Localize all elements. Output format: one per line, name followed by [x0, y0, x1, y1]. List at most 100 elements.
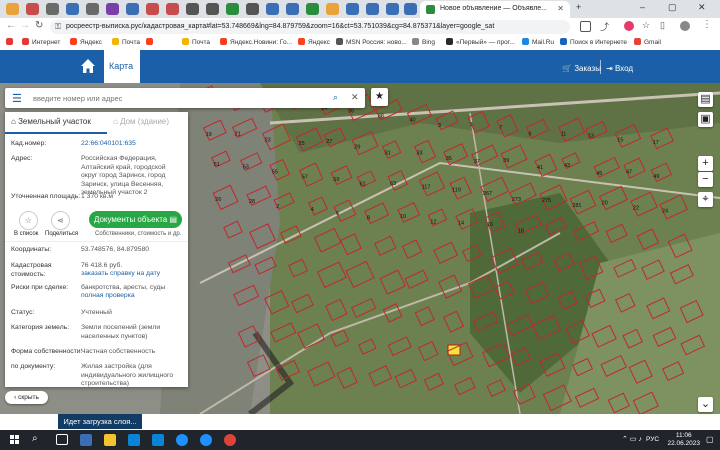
bookmark-star-icon[interactable]: ☆ — [642, 20, 650, 31]
tab-land-plot[interactable]: ⌂ Земельный участок — [5, 112, 107, 134]
url-field[interactable]: ⚿ росреестр-выписка.рус/кадастровая_карт… — [50, 20, 570, 34]
file-explorer-icon[interactable] — [104, 434, 116, 446]
taskbar-app-icon[interactable] — [80, 434, 92, 446]
login-link[interactable]: ⇥ Вход — [606, 64, 633, 73]
locate-icon[interactable]: ⌖ — [698, 192, 713, 207]
screenshot-icon[interactable] — [580, 21, 591, 32]
profile-avatar[interactable] — [680, 21, 690, 31]
language-indicator[interactable]: РУС — [646, 436, 659, 443]
tab-icon[interactable] — [404, 3, 417, 15]
reload-icon[interactable]: ↻ — [35, 20, 43, 31]
plot-number: 29 — [354, 144, 360, 150]
task-view-icon[interactable] — [56, 434, 68, 445]
tab-icon[interactable] — [246, 3, 259, 15]
tab-icon[interactable] — [226, 3, 239, 15]
clear-icon[interactable]: ✕ — [351, 92, 359, 103]
tab-icon[interactable] — [186, 3, 199, 15]
bookmark-item[interactable]: Яндекс.Новини: Го... — [220, 38, 292, 46]
tab-icon[interactable] — [266, 3, 279, 15]
tab-building[interactable]: ⌂ Дом (здание) — [109, 112, 192, 132]
tab-icon[interactable] — [86, 3, 99, 15]
browser-menu-icon[interactable]: ⋮ — [702, 19, 712, 30]
extension-icon[interactable] — [624, 21, 634, 31]
zoom-in-button[interactable]: + — [698, 156, 713, 171]
search-icon[interactable]: ⌕ — [32, 433, 38, 444]
minimize-icon[interactable]: – — [640, 2, 645, 12]
menu-icon[interactable]: ☰ — [12, 92, 22, 105]
bookmark-item[interactable]: «Первый» — прог... — [446, 38, 515, 46]
plot-number: 7 — [499, 125, 502, 131]
plot-number: 59 — [333, 177, 339, 183]
clock[interactable]: 11:06 22.06.2023 — [667, 432, 700, 448]
tab-icon[interactable] — [26, 3, 39, 15]
tab-icon[interactable] — [346, 3, 359, 15]
bookmark-item[interactable] — [146, 38, 156, 46]
plot-number: 119 — [452, 188, 461, 194]
forward-icon[interactable]: → — [20, 20, 30, 31]
cad-value[interactable]: 22:66:040101:635 — [81, 140, 181, 149]
search-icon[interactable]: ⌕ — [333, 92, 338, 103]
tab-icon[interactable] — [6, 3, 19, 15]
chrome-icon[interactable] — [224, 434, 236, 446]
cost-link[interactable]: заказать справку на дату — [81, 270, 181, 279]
fullscreen-icon[interactable]: ▣ — [698, 112, 713, 127]
tray-icons[interactable]: ⌃ ▭ ♪ — [622, 435, 642, 443]
tab-icon[interactable] — [286, 3, 299, 15]
tab-icon[interactable] — [306, 3, 319, 15]
bookmark-item[interactable]: Bing — [412, 38, 435, 46]
share-icon[interactable]: ⤴ — [600, 20, 609, 33]
documents-button[interactable]: Документы объекта ▤ — [89, 211, 182, 228]
plot-number: 39 — [503, 158, 509, 164]
risk-link[interactable]: полная проверка — [81, 292, 181, 301]
bookmark-item[interactable]: Яндекс — [298, 38, 330, 46]
tab-icon[interactable] — [366, 3, 379, 15]
tab-icon[interactable] — [146, 3, 159, 15]
layers-icon[interactable]: ▤ — [698, 92, 713, 107]
orders-link[interactable]: 🛒 Заказы — [562, 64, 601, 73]
tab-icon[interactable] — [46, 3, 59, 15]
maximize-icon[interactable]: ▢ — [668, 2, 677, 13]
tab-icon[interactable] — [326, 3, 339, 15]
bookmark-item[interactable]: Почта — [182, 38, 210, 46]
home-icon[interactable] — [80, 58, 96, 74]
close-tab-icon[interactable]: ✕ — [557, 4, 564, 13]
bookmark-item[interactable]: MSN Россия: ново... — [336, 38, 407, 46]
add-to-list-button[interactable]: ☆ — [19, 211, 38, 230]
scroll-down-icon[interactable]: ⌄ — [698, 397, 713, 412]
tab-icon[interactable] — [106, 3, 119, 15]
windows-start-icon[interactable] — [10, 435, 20, 445]
new-tab-icon[interactable]: + — [576, 2, 581, 12]
tab-active[interactable]: Новое объявление — Объявле... ✕ — [420, 1, 570, 18]
tab-icon[interactable] — [386, 3, 399, 15]
notifications-icon[interactable]: ▢ — [706, 435, 714, 444]
bookmark-item[interactable]: Поиск в Интернете — [560, 38, 627, 46]
bookmark-item[interactable] — [6, 38, 16, 46]
tab-icon[interactable] — [206, 3, 219, 15]
taskbar-app-icon[interactable] — [200, 434, 212, 446]
search-input[interactable] — [31, 91, 335, 106]
favorites-button[interactable]: ★ — [371, 88, 388, 106]
bookmark-item[interactable]: Интернет — [22, 38, 60, 46]
tab-icon[interactable] — [166, 3, 179, 15]
bookmark-item[interactable]: Яндекс — [70, 38, 102, 46]
taskbar-app-icon[interactable] — [176, 434, 188, 446]
category-label: Категория земель: — [11, 324, 70, 331]
mail-icon[interactable] — [152, 434, 164, 446]
coords-value: 53.748576, 84.879580 — [81, 246, 150, 253]
zoom-out-button[interactable]: − — [698, 172, 713, 187]
close-window-icon[interactable]: ✕ — [698, 2, 706, 13]
map-tab[interactable]: Карта — [104, 50, 140, 85]
taskbar-app-icon[interactable] — [128, 434, 140, 446]
bookmark-item[interactable]: Mail.Ru — [522, 38, 554, 46]
browser-tab-strip: Новое объявление — Объявле... ✕ + – ▢ ✕ — [0, 0, 720, 18]
back-icon[interactable]: ← — [6, 20, 16, 31]
hide-panel-button[interactable]: ‹ скрыть — [5, 391, 48, 404]
taskbar: ⌕ ⌃ ▭ ♪ РУС 11:06 22.06.2023 ▢ — [0, 430, 720, 450]
gmail-icon — [634, 38, 641, 45]
bookmark-item[interactable]: Почта — [112, 38, 140, 46]
share-button[interactable]: ⋖ — [51, 211, 70, 230]
tab-icon[interactable] — [66, 3, 79, 15]
bookmark-item[interactable]: Gmail — [634, 38, 661, 46]
side-panel-icon[interactable]: ▯ — [660, 20, 665, 31]
tab-icon[interactable] — [126, 3, 139, 15]
